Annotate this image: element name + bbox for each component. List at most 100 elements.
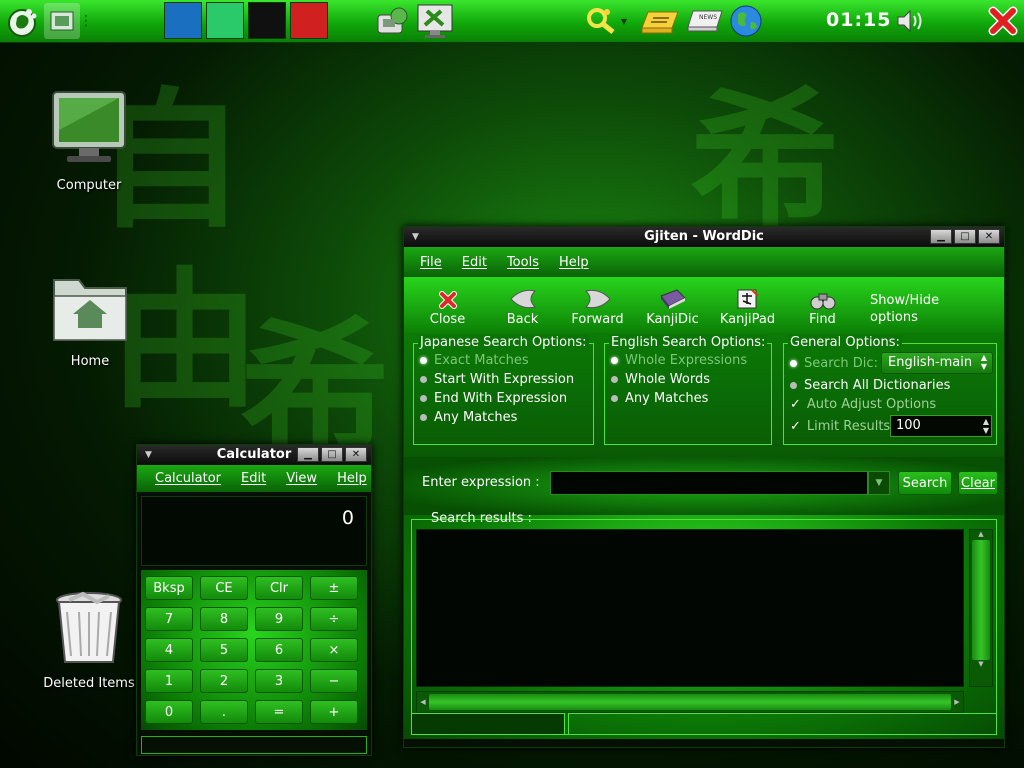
checkbox-auto-adjust[interactable]: ✓ Auto Adjust Options [790, 397, 936, 412]
checkbox-limit-results[interactable]: ✓ Limit Results: [790, 419, 895, 434]
find-tool-button[interactable]: Find [785, 288, 860, 327]
calc-key-button[interactable]: . [200, 700, 248, 724]
calc-key-button[interactable]: Bksp [145, 576, 193, 600]
gnome-foot-menu[interactable] [4, 3, 40, 39]
gjiten-titlebar[interactable]: ▼ Gjiten - WordDic ▁ □ ✕ [404, 227, 1004, 247]
radio-search-all-dictionaries[interactable]: Search All Dictionaries [790, 378, 950, 393]
calc-key-button[interactable]: 9 [255, 607, 303, 631]
calc-key-button[interactable]: 5 [200, 638, 248, 662]
spinner-arrows-icon[interactable]: ▲ ▼ [983, 417, 989, 435]
tools-launcher[interactable] [414, 3, 456, 39]
maximize-button[interactable]: □ [954, 229, 976, 244]
calc-key-button[interactable]: CE [200, 576, 248, 600]
dictionary-select[interactable]: English-main ▲ ▼ [881, 352, 993, 374]
tool-label: options [870, 310, 918, 325]
desktop-icon-home[interactable]: Home [40, 270, 140, 369]
tool-label: Forward [571, 312, 624, 327]
news-launcher[interactable]: NEWS [684, 3, 726, 39]
calc-key-button[interactable]: ÷ [310, 607, 358, 631]
calculator-window: ▼ Calculator ▁ □ ✕ Calculator Edit View … [136, 444, 372, 756]
menu-help[interactable]: Help [327, 471, 377, 486]
radio-search-dic[interactable]: Search Dic: [790, 356, 878, 371]
calc-key-button[interactable]: 7 [145, 607, 193, 631]
scroll-up-icon[interactable]: ▲ [970, 530, 992, 540]
calc-key-button[interactable]: = [255, 700, 303, 724]
menu-view[interactable]: View [276, 471, 327, 486]
expression-input[interactable] [550, 471, 868, 495]
logout-button[interactable] [984, 3, 1022, 39]
limit-results-spinbox[interactable]: 100 ▲ ▼ [890, 415, 992, 437]
maximize-button[interactable]: □ [321, 447, 343, 462]
menu-help[interactable]: Help [549, 255, 599, 270]
notes-launcher[interactable] [638, 3, 682, 39]
browser-launcher[interactable] [726, 3, 766, 39]
expression-history-dropdown[interactable]: ▼ [868, 471, 890, 495]
workspace-3-tile[interactable] [248, 2, 286, 39]
horizontal-scrollbar[interactable]: ◀ ▶ [416, 691, 964, 713]
radio-end-with-expression[interactable]: End With Expression [420, 391, 567, 406]
menu-file[interactable]: File [410, 255, 452, 270]
radio-start-with-expression[interactable]: Start With Expression [420, 372, 574, 387]
calc-key-button[interactable]: Clr [255, 576, 303, 600]
vertical-scrollbar-thumb[interactable] [972, 540, 990, 660]
workspace-1-tile[interactable] [164, 2, 202, 39]
japanese-search-options: Japanese Search Options: Exact Matches S… [413, 335, 594, 445]
clock[interactable]: 01:15 [826, 9, 891, 31]
minimize-button[interactable]: ▁ [297, 447, 319, 462]
volume-control[interactable] [892, 3, 928, 39]
window-menu-icon[interactable]: ▼ [145, 445, 152, 465]
back-tool-button[interactable]: Back [485, 288, 560, 327]
scroll-right-icon[interactable]: ▶ [951, 698, 963, 706]
radio-dot-icon [611, 357, 618, 364]
panel-handle[interactable]: ⋮ [79, 3, 93, 39]
radio-any-matches-english[interactable]: Any Matches [611, 391, 708, 406]
gnome-foot-icon [8, 9, 37, 37]
scroll-down-icon[interactable]: ▼ [970, 660, 992, 670]
kanjipad-tool-button[interactable]: KanjiPad [710, 288, 785, 327]
minimize-button[interactable]: ▁ [930, 229, 952, 244]
clear-button[interactable]: Clear [958, 471, 998, 495]
checkmark-icon: ✓ [790, 419, 801, 434]
calc-key-button[interactable]: − [310, 669, 358, 693]
calculator-titlebar[interactable]: ▼ Calculator ▁ □ ✕ [137, 445, 371, 465]
menu-tools[interactable]: Tools [497, 255, 549, 270]
radio-exact-matches[interactable]: Exact Matches [420, 353, 529, 368]
vertical-scrollbar[interactable]: ▲ ▼ [969, 529, 993, 687]
calc-key-button[interactable]: + [310, 700, 358, 724]
calc-key-button[interactable]: ± [310, 576, 358, 600]
horizontal-scrollbar-thumb[interactable] [429, 694, 951, 710]
calc-key-button[interactable]: 4 [145, 638, 193, 662]
close-button[interactable]: ✕ [345, 447, 367, 462]
menu-edit[interactable]: Edit [452, 255, 497, 270]
show-hide-options-button[interactable]: Show/Hide options [860, 292, 939, 326]
show-desktop-button[interactable] [44, 3, 80, 39]
menu-edit[interactable]: Edit [231, 471, 276, 486]
calc-key-button[interactable]: 3 [255, 669, 303, 693]
desktop-icon-deleted-items[interactable]: Deleted Items [39, 590, 139, 691]
workspace-4-tile[interactable] [290, 2, 328, 39]
menu-calculator[interactable]: Calculator [145, 471, 231, 486]
settings-launcher[interactable] [372, 3, 412, 39]
calc-key-button[interactable]: 6 [255, 638, 303, 662]
search-results-text[interactable] [416, 529, 964, 687]
desktop-icon-computer[interactable]: Computer [39, 90, 139, 193]
checkmark-icon: ✓ [790, 397, 801, 412]
forward-tool-button[interactable]: Forward [560, 288, 635, 327]
calc-key-button[interactable]: × [310, 638, 358, 662]
window-title: Gjiten - WordDic [644, 229, 764, 244]
radio-any-matches-japanese[interactable]: Any Matches [420, 410, 517, 425]
kanjidic-tool-button[interactable]: KanjiDic [635, 288, 710, 327]
scroll-left-icon[interactable]: ◀ [417, 698, 429, 706]
calc-key-button[interactable]: 1 [145, 669, 193, 693]
radio-whole-words[interactable]: Whole Words [611, 372, 710, 387]
close-tool-button[interactable]: Close [410, 288, 485, 327]
search-tool-button[interactable]: ▼ [582, 3, 630, 39]
calc-key-button[interactable]: 2 [200, 669, 248, 693]
calc-key-button[interactable]: 8 [200, 607, 248, 631]
workspace-2-tile[interactable] [206, 2, 244, 39]
radio-whole-expressions[interactable]: Whole Expressions [611, 353, 747, 368]
search-button[interactable]: Search [898, 471, 952, 495]
window-menu-icon[interactable]: ▼ [412, 227, 419, 247]
close-button[interactable]: ✕ [978, 229, 1000, 244]
calc-key-button[interactable]: 0 [145, 700, 193, 724]
